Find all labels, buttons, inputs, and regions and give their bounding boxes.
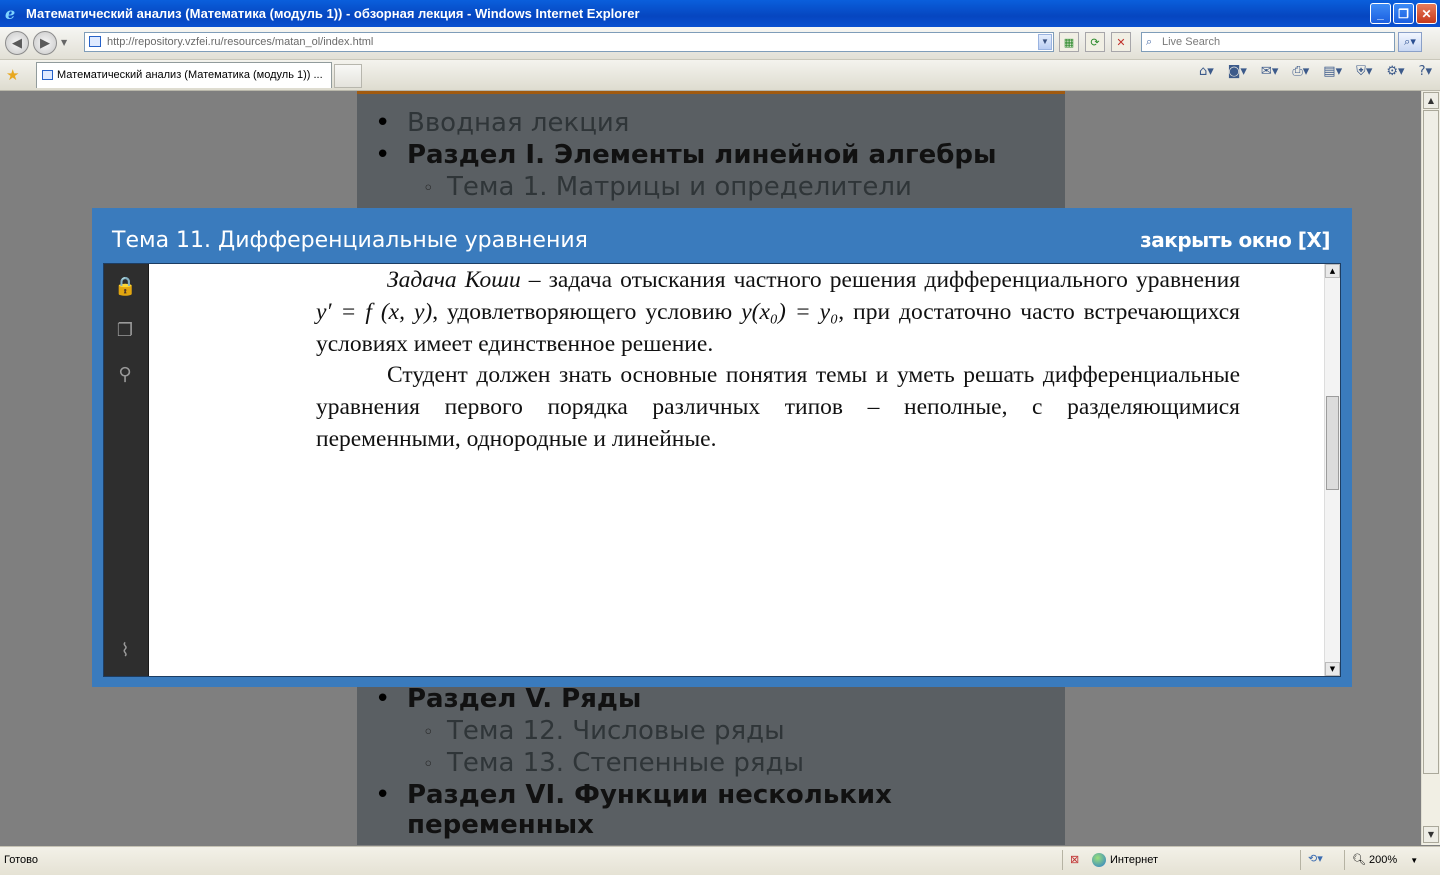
status-separator — [1062, 850, 1063, 870]
window-controls: _ ❐ ✕ — [1370, 3, 1437, 24]
list-item[interactable]: Вводная лекция — [375, 108, 629, 138]
page-scrollbar[interactable]: ▲ ▼ — [1421, 91, 1440, 845]
doc-scroll-down-icon[interactable]: ▼ — [1325, 662, 1340, 676]
lecture-modal: Тема 11. Дифференциальные уравнения закр… — [92, 208, 1352, 687]
binoculars-icon[interactable]: ⚲ — [114, 364, 136, 386]
modal-title: Тема 11. Дифференциальные уравнения — [112, 228, 588, 253]
zoom-dropdown-icon: ▼ — [1410, 856, 1419, 865]
zoom-level: 200% — [1369, 854, 1398, 866]
scroll-up-icon[interactable]: ▲ — [1423, 92, 1439, 109]
scroll-thumb[interactable] — [1423, 110, 1439, 774]
doc-scroll-thumb[interactable] — [1326, 396, 1339, 490]
tab-active[interactable]: Математический анализ (Математика (модул… — [36, 62, 332, 88]
pages-icon[interactable]: ❐ — [114, 320, 136, 342]
minimize-button[interactable]: _ — [1370, 3, 1391, 24]
ie-logo-icon: e — [5, 3, 16, 23]
search-placeholder: Live Search — [1162, 36, 1221, 48]
protected-mode-icon[interactable]: ⟲▾ — [1308, 852, 1323, 865]
forward-button[interactable]: ▶ — [33, 31, 57, 55]
window-titlebar: e Математический анализ (Математика (мод… — [0, 0, 1440, 27]
status-separator — [1300, 850, 1301, 870]
globe-icon — [1092, 853, 1106, 867]
tools-gear-icon[interactable]: ⚙▾ — [1386, 64, 1404, 79]
attachment-icon[interactable]: ⌇ — [114, 640, 136, 662]
feeds-icon[interactable]: ◙▾ — [1228, 64, 1247, 79]
popup-blocked-icon[interactable]: ⊠ — [1070, 853, 1079, 866]
list-item[interactable]: Тема 13. Степенные ряды — [423, 748, 804, 778]
status-text: Готово — [4, 854, 38, 866]
list-item[interactable]: Раздел VI. Функции нескольких переменных — [375, 780, 892, 840]
address-url: http://repository.vzfei.ru/resources/mat… — [107, 36, 374, 48]
pdf-sidebar: 🔒 ❐ ⚲ ⌇ — [104, 264, 149, 676]
list-item[interactable]: Раздел V. Ряды — [375, 684, 641, 714]
list-item[interactable]: Тема 1. Матрицы и определители — [423, 172, 912, 202]
search-input[interactable]: ⌕ Live Search — [1141, 32, 1395, 52]
search-button[interactable]: ⌕▾ — [1398, 32, 1422, 52]
print-icon[interactable]: ⎙▾ — [1292, 64, 1309, 79]
maximize-button[interactable]: ❐ — [1393, 3, 1414, 24]
window-title: Математический анализ (Математика (модул… — [26, 6, 640, 21]
list-item[interactable]: Тема 12. Числовые ряды — [423, 716, 785, 746]
tab-page-icon — [42, 70, 53, 80]
zone-label: Интернет — [1110, 854, 1158, 866]
close-window-button[interactable]: ✕ — [1416, 3, 1437, 24]
document-text: Задача Коши – задача отыскания частного … — [316, 264, 1240, 455]
new-tab-button[interactable] — [334, 64, 362, 88]
address-input[interactable]: http://repository.vzfei.ru/resources/mat… — [84, 32, 1054, 52]
scroll-down-icon[interactable]: ▼ — [1423, 826, 1439, 843]
forward-arrow-icon: ▶ — [40, 35, 50, 51]
back-arrow-icon: ◀ — [12, 35, 22, 51]
history-dropdown-icon[interactable]: ▼ — [61, 38, 67, 47]
list-item[interactable]: Раздел I. Элементы линейной алгебры — [375, 140, 997, 170]
help-icon[interactable]: ?▾ — [1419, 64, 1432, 79]
live-search-icon: ⌕ — [1146, 36, 1153, 48]
stop-button[interactable]: ✕ — [1111, 32, 1131, 52]
doc-scroll-up-icon[interactable]: ▲ — [1325, 264, 1340, 278]
address-toolbar: ◀ ▶ ▼ http://repository.vzfei.ru/resourc… — [0, 27, 1440, 60]
safety-icon[interactable]: ⛨▾ — [1356, 64, 1372, 79]
zoom-magnifier-icon: 🔍︎ — [1352, 854, 1366, 866]
document-scrollbar[interactable]: ▲ ▼ — [1324, 264, 1340, 676]
close-modal-link[interactable]: закрыть окно [X] — [1140, 228, 1330, 252]
formula-equation: y′ = f (x, y) — [316, 299, 433, 325]
page-menu-icon[interactable]: ▤▾ — [1323, 64, 1342, 79]
paragraph-student: Студент должен знать основные понятия те… — [316, 362, 1240, 452]
status-bar: Готово ⊠ Интернет ⟲▾ 🔍︎ 200% ▼ — [0, 846, 1440, 875]
favorites-star-icon[interactable]: ★ — [6, 66, 19, 84]
formula-condition: y(x₀) = y₀ — [741, 299, 839, 325]
compatibility-icon[interactable]: ▦ — [1059, 32, 1079, 52]
address-dropdown-icon[interactable]: ▼ — [1038, 34, 1052, 50]
lock-icon[interactable]: 🔒 — [114, 276, 136, 298]
refresh-button[interactable]: ⟳ — [1085, 32, 1105, 52]
security-zone[interactable]: Интернет — [1092, 853, 1158, 867]
home-icon[interactable]: ⌂▾ — [1199, 64, 1214, 79]
tab-toolbar: ★ Математический анализ (Математика (мод… — [0, 60, 1440, 91]
back-button[interactable]: ◀ — [5, 31, 29, 55]
pdf-viewer: 🔒 ❐ ⚲ ⌇ Задача Коши – задача отыскания ч… — [103, 263, 1341, 677]
command-bar: ⌂▾ ◙▾ ✉▾ ⎙▾ ▤▾ ⛨▾ ⚙▾ ?▾ — [1199, 64, 1432, 79]
page-icon — [89, 36, 101, 47]
paragraph-cauchy: Задача Коши – задача отыскания частного … — [316, 267, 1241, 357]
tab-label: Математический анализ (Математика (модул… — [57, 69, 323, 81]
cauchy-term: Задача Коши — [387, 267, 521, 293]
zoom-control[interactable]: 🔍︎ 200% ▼ — [1352, 853, 1418, 866]
mail-icon[interactable]: ✉▾ — [1261, 64, 1278, 79]
status-separator — [1344, 850, 1345, 870]
